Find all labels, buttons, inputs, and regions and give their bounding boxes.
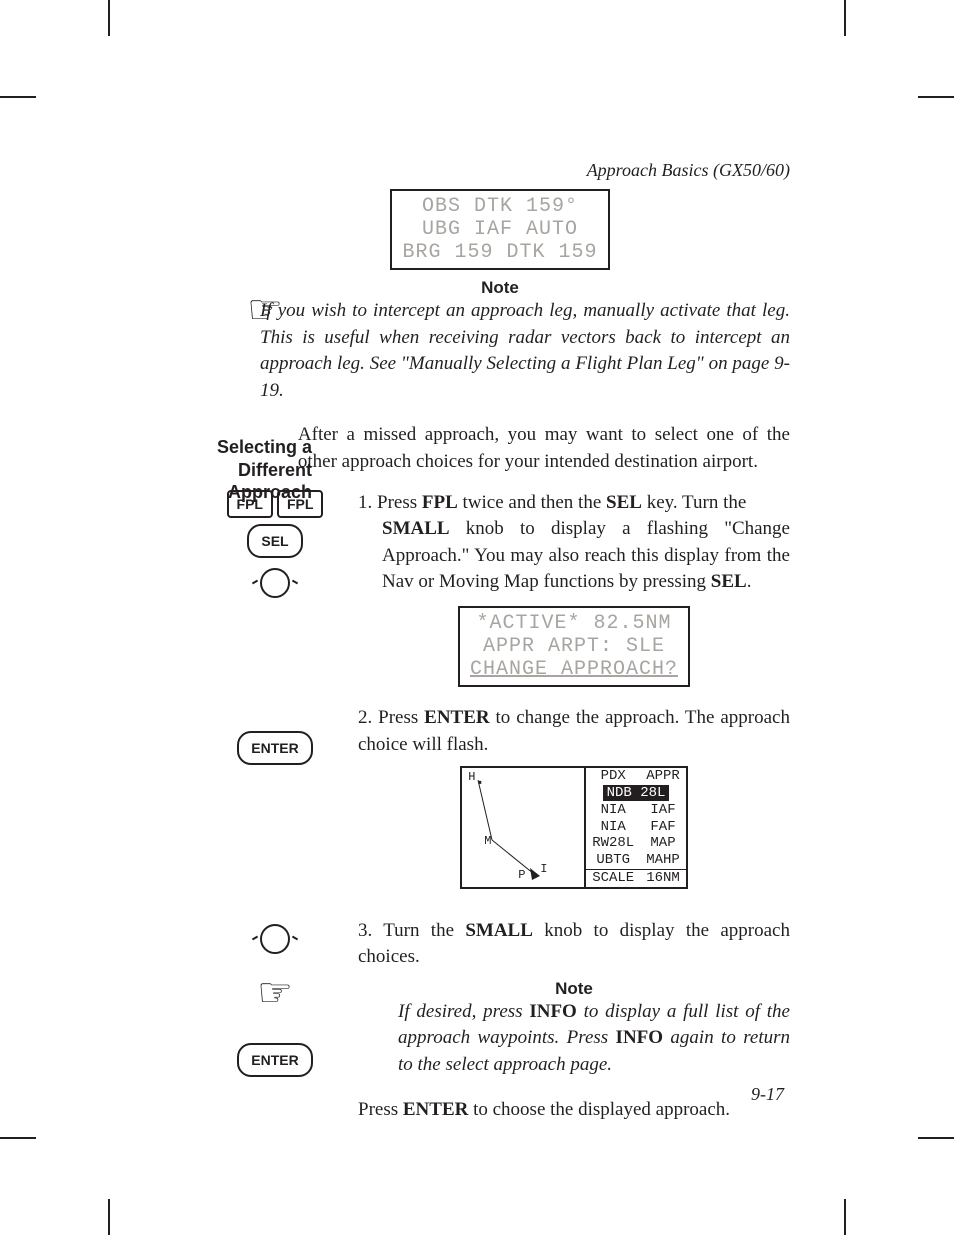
pointing-hand-icon: ☞ xyxy=(210,973,340,1013)
lcd-line: OBS DTK 159° xyxy=(402,195,597,218)
final-step: Press ENTER to choose the displayed appr… xyxy=(358,1097,790,1124)
sel-key-icon: SEL xyxy=(247,524,302,558)
note-heading: Note xyxy=(358,979,790,999)
key-illustration-col: ENTER xyxy=(210,705,340,918)
lcd-line: BRG 159 DTK 159 xyxy=(402,241,597,264)
step-3: 3. Turn the SMALL knob to display the ap… xyxy=(358,918,790,971)
lcd-line: APPR ARPT: SLE xyxy=(470,635,678,658)
map-display: H ▪ M P I PDXAPP xyxy=(460,766,688,889)
pointing-hand-icon: ☞ xyxy=(247,287,283,332)
map-plot-icon xyxy=(462,768,572,886)
crop-mark xyxy=(918,1137,954,1139)
enter-key-icon: ENTER xyxy=(237,1043,312,1077)
intro-paragraph: After a missed approach, you may want to… xyxy=(298,422,790,475)
lcd-line: UBG IAF AUTO xyxy=(402,218,597,241)
running-header: Approach Basics (GX50/60) xyxy=(210,160,790,181)
lcd-display-2: *ACTIVE* 82.5NM APPR ARPT: SLE CHANGE AP… xyxy=(458,606,690,687)
crop-mark xyxy=(108,1199,110,1235)
enter-key-icon: ENTER xyxy=(237,731,312,765)
side-heading: Selecting a Different Approach xyxy=(182,436,312,504)
lcd-display-1: OBS DTK 159° UBG IAF AUTO BRG 159 DTK 15… xyxy=(390,189,609,270)
crop-mark xyxy=(0,96,36,98)
page: Approach Basics (GX50/60) OBS DTK 159° U… xyxy=(0,0,954,1235)
crop-mark xyxy=(918,96,954,98)
margin-icon: ☞ xyxy=(210,290,320,330)
crop-mark xyxy=(0,1137,36,1139)
note-body-2: If desired, press INFO to display a full… xyxy=(398,999,790,1079)
lcd-line: *ACTIVE* 82.5NM xyxy=(470,612,678,635)
step-2: 2. Press ENTER to change the approach. T… xyxy=(358,705,790,758)
small-knob-icon xyxy=(260,568,290,598)
lcd-line: CHANGE APPROACH? xyxy=(470,658,678,681)
key-illustration-col: ☞ ENTER xyxy=(210,918,340,1132)
key-illustration-col: FPL FPL SEL xyxy=(210,490,340,705)
small-knob-icon xyxy=(260,924,290,954)
crop-mark xyxy=(108,0,110,36)
crop-mark xyxy=(844,1199,846,1235)
note-body-1: If you wish to intercept an approach leg… xyxy=(260,298,790,404)
page-number: 9-17 xyxy=(751,1084,784,1105)
crop-mark xyxy=(844,0,846,36)
step-1: 1. Press FPL twice and then the SEL key.… xyxy=(358,490,790,596)
